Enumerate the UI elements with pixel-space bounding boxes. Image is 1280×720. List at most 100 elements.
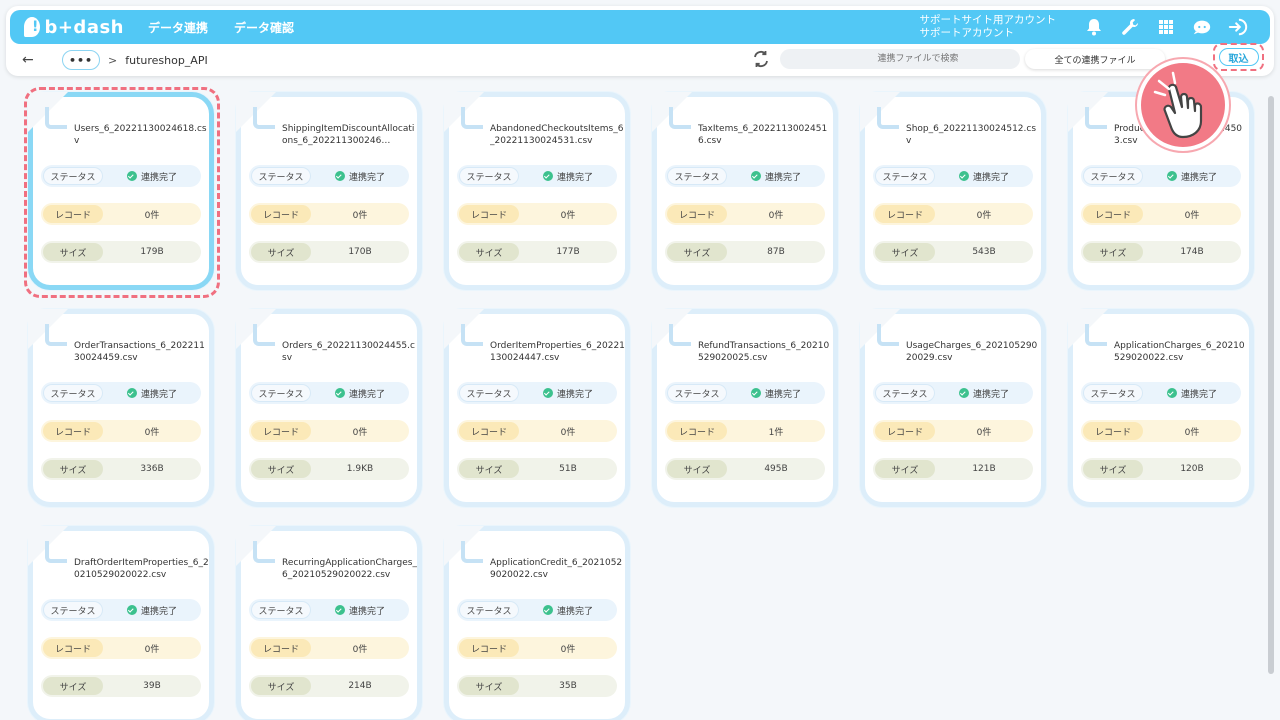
status-row: ステータス 連携完了 <box>457 382 617 404</box>
status-label: ステータス <box>875 384 935 402</box>
chat-badge-icon[interactable] <box>1192 17 1212 37</box>
file-card[interactable]: OrderItemProperties_6_20221130024447.csv… <box>444 309 630 507</box>
file-card[interactable]: UsageCharges_6_20210529020029.csv ステータス … <box>860 309 1046 507</box>
file-card[interactable]: Orders_6_20221130024455.csv ステータス 連携完了 レ… <box>236 309 422 507</box>
check-circle-icon <box>750 171 761 181</box>
record-row: レコード 0件 <box>665 203 825 225</box>
file-fold-icon <box>669 324 691 346</box>
size-label: サイズ <box>251 677 311 695</box>
size-value: 87B <box>767 247 785 257</box>
wrench-icon[interactable] <box>1120 17 1140 37</box>
file-card[interactable]: RefundTransactions_6_20210529020025.csv … <box>652 309 838 507</box>
size-row: サイズ 214B <box>249 675 409 697</box>
status-row: ステータス 連携完了 <box>873 165 1033 187</box>
check-circle-icon <box>1166 388 1177 398</box>
file-card[interactable]: ApplicationCredit_6_20210529020022.csv ス… <box>444 526 630 720</box>
logout-icon[interactable] <box>1228 17 1248 37</box>
file-name: RefundTransactions_6_20210529020025.csv <box>698 341 830 363</box>
size-value: 39B <box>143 681 161 691</box>
file-name: Shop_6_20221130024512.csv <box>906 124 1037 146</box>
file-fold-icon <box>669 107 691 129</box>
size-value: 35B <box>559 681 577 691</box>
status-row: ステータス 連携完了 <box>457 165 617 187</box>
search-input[interactable] <box>780 49 1020 69</box>
file-card[interactable]: Users_6_20221130024618.csv ステータス 連携完了 レコ… <box>28 92 214 290</box>
vertical-scrollbar[interactable] <box>1268 96 1274 674</box>
file-card[interactable]: ApplicationCharges_6_20210529020022.csv … <box>1068 309 1254 507</box>
file-fold-icon <box>253 324 275 346</box>
size-row: サイズ 35B <box>457 675 617 697</box>
size-value: 214B <box>348 681 372 691</box>
status-label: ステータス <box>875 167 935 185</box>
file-card[interactable]: DraftOrderItemProperties_6_2021052902002… <box>28 526 214 720</box>
file-card[interactable]: ShippingItemDiscountAllocations_6_202211… <box>236 92 422 290</box>
status-row: ステータス 連携完了 <box>457 599 617 621</box>
record-label: レコード <box>1083 205 1143 223</box>
file-fold-icon <box>253 107 275 129</box>
status-label: ステータス <box>459 384 519 402</box>
status-value: 連携完了 <box>103 604 201 617</box>
file-fold-icon <box>45 541 67 563</box>
account-line-1: サポートサイト用アカウント <box>919 14 1057 26</box>
logo-text: b+dash <box>44 16 124 38</box>
size-label: サイズ <box>1083 460 1143 478</box>
back-arrow-icon[interactable]: ← <box>22 52 42 68</box>
check-circle-icon <box>542 171 553 181</box>
record-value: 0件 <box>144 644 160 655</box>
file-name: UsageCharges_6_20210529020029.csv <box>906 341 1038 363</box>
file-fold-icon <box>253 541 275 563</box>
status-row: ステータス 連携完了 <box>249 165 409 187</box>
file-card[interactable]: AbandonedCheckoutsItems_6_20221130024531… <box>444 92 630 290</box>
file-card[interactable]: OrderTransactions_6_20221130024459.csv ス… <box>28 309 214 507</box>
status-text: 連携完了 <box>972 172 1009 183</box>
file-card[interactable]: Shop_6_20221130024512.csv ステータス 連携完了 レコー… <box>860 92 1046 290</box>
status-value: 連携完了 <box>1143 387 1241 400</box>
status-label: ステータス <box>459 601 519 619</box>
file-card[interactable]: TaxItems_6_20221130024516.csv ステータス 連携完了… <box>652 92 838 290</box>
file-fold-icon <box>1085 324 1107 346</box>
record-row: レコード 0件 <box>41 637 201 659</box>
size-row: サイズ 39B <box>41 675 201 697</box>
size-label: サイズ <box>1083 243 1143 261</box>
status-text: 連携完了 <box>140 172 177 183</box>
status-text: 連携完了 <box>764 389 801 400</box>
size-value: 174B <box>1180 247 1204 257</box>
file-card[interactable]: RecurringApplicationCharges_6_2021052902… <box>236 526 422 720</box>
size-value: 177B <box>556 247 580 257</box>
status-label: ステータス <box>1083 167 1143 185</box>
status-value: 連携完了 <box>935 170 1033 183</box>
breadcrumb-more-button[interactable]: ••• <box>62 50 100 70</box>
status-value: 連携完了 <box>1143 170 1241 183</box>
account-name[interactable]: サポートサイト用アカウント サポートアカウント <box>920 14 1057 40</box>
status-value: 連携完了 <box>519 604 617 617</box>
sub-toolbar: ← ••• > futureshop_API 全ての連携ファイル 取込 <box>10 43 1268 74</box>
nav-data-link[interactable]: データ連携 <box>148 19 208 36</box>
status-label: ステータス <box>667 384 727 402</box>
logo[interactable]: b+dash <box>24 17 124 38</box>
record-label: レコード <box>667 205 727 223</box>
record-label: レコード <box>251 422 311 440</box>
size-value: 120B <box>1180 464 1204 474</box>
bell-icon[interactable] <box>1084 17 1104 37</box>
status-text: 連携完了 <box>1180 389 1217 400</box>
status-row: ステータス 連携完了 <box>41 165 201 187</box>
status-row: ステータス 連携完了 <box>665 165 825 187</box>
record-row: レコード 0件 <box>249 637 409 659</box>
size-row: サイズ 121B <box>873 458 1033 480</box>
size-row: サイズ 87B <box>665 241 825 263</box>
record-value: 0件 <box>976 427 992 438</box>
nav-data-check[interactable]: データ確認 <box>234 19 294 36</box>
record-row: レコード 0件 <box>457 203 617 225</box>
status-value: 連携完了 <box>311 604 409 617</box>
size-row: サイズ 177B <box>457 241 617 263</box>
grid-icon[interactable] <box>1156 17 1176 37</box>
record-label: レコード <box>459 422 519 440</box>
record-label: レコード <box>667 422 727 440</box>
logo-bubble-icon <box>24 17 41 37</box>
refresh-icon[interactable] <box>752 50 772 70</box>
size-row: サイズ 543B <box>873 241 1033 263</box>
status-text: 連携完了 <box>348 172 385 183</box>
check-circle-icon <box>958 171 969 181</box>
record-label: レコード <box>1083 422 1143 440</box>
file-fold-icon <box>461 107 483 129</box>
